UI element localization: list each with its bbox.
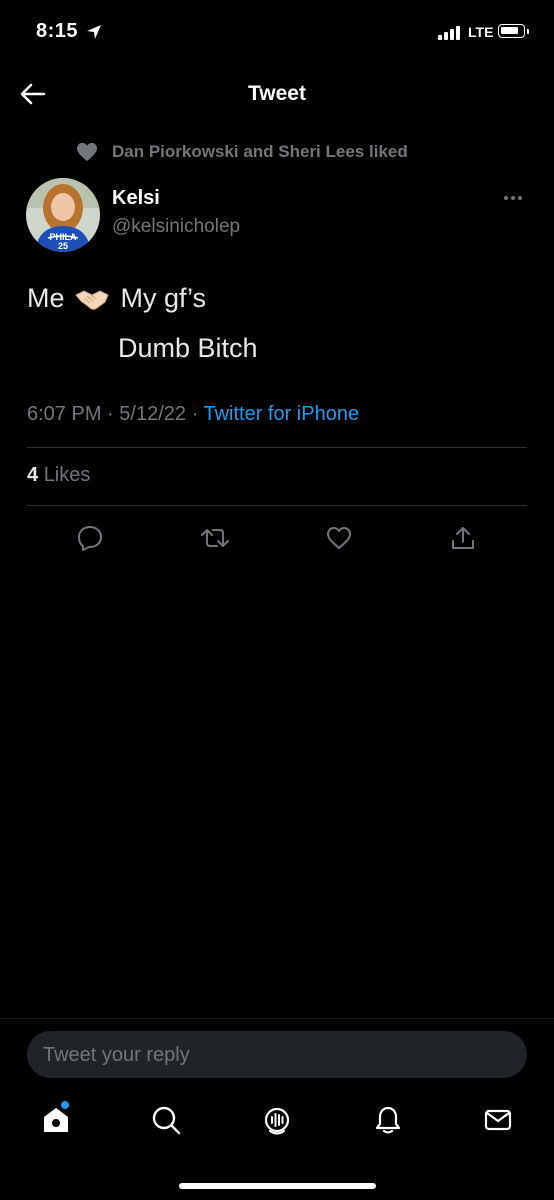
home-indicator[interactable] <box>179 1183 376 1189</box>
likes-count: 4 <box>27 464 39 486</box>
divider <box>27 447 527 448</box>
social-context[interactable]: Dan Piorkowski and Sheri Lees liked <box>112 142 408 162</box>
author-name[interactable]: Kelsi <box>112 187 160 210</box>
tweet-source-link[interactable]: Twitter for iPhone <box>203 403 359 425</box>
tweet-date: 5/12/22 <box>119 403 187 425</box>
more-options-icon[interactable] <box>504 196 522 200</box>
battery-icon <box>498 24 525 38</box>
tweet-text-line-2: Dumb Bitch <box>118 333 258 363</box>
status-time: 8:15 <box>36 20 79 42</box>
meta-separator: · <box>191 403 199 425</box>
signal-bars-icon <box>438 26 460 40</box>
likes-stat[interactable]: 4 Likes <box>27 464 90 487</box>
tweet-text-after: My gf’s <box>120 283 207 313</box>
likes-label: Likes <box>43 464 91 486</box>
location-arrow-icon <box>86 24 102 45</box>
search-icon[interactable] <box>150 1104 182 1136</box>
divider <box>27 505 527 506</box>
page-title: Tweet <box>248 82 306 105</box>
tweet-text-before: Me <box>27 283 65 313</box>
tweet-text-line-1: Me My gf’s <box>27 283 206 314</box>
retweet-icon[interactable] <box>201 524 229 552</box>
heart-filled-icon <box>76 142 98 167</box>
like-icon[interactable] <box>325 524 353 552</box>
tweet-time: 6:07 PM <box>27 403 102 425</box>
home-notification-dot <box>61 1101 69 1109</box>
network-type: LTE <box>468 24 494 40</box>
messages-icon[interactable] <box>482 1104 514 1136</box>
avatar[interactable]: PHILA 25 <box>26 178 100 252</box>
reply-placeholder: Tweet your reply <box>43 1044 190 1066</box>
avatar-jersey-number: 25 <box>58 241 68 251</box>
home-icon[interactable] <box>40 1104 72 1136</box>
notifications-icon[interactable] <box>372 1104 404 1136</box>
spaces-icon[interactable] <box>261 1104 293 1136</box>
handshake-emoji <box>74 286 109 312</box>
meta-separator: · <box>107 403 114 425</box>
reply-icon[interactable] <box>76 524 104 552</box>
divider <box>0 1018 554 1019</box>
author-handle[interactable]: @kelsinicholep <box>112 216 240 238</box>
tweet-meta: 6:07 PM · 5/12/22 · Twitter for iPhone <box>27 403 359 426</box>
share-icon[interactable] <box>449 524 477 552</box>
battery-tip <box>527 29 529 34</box>
